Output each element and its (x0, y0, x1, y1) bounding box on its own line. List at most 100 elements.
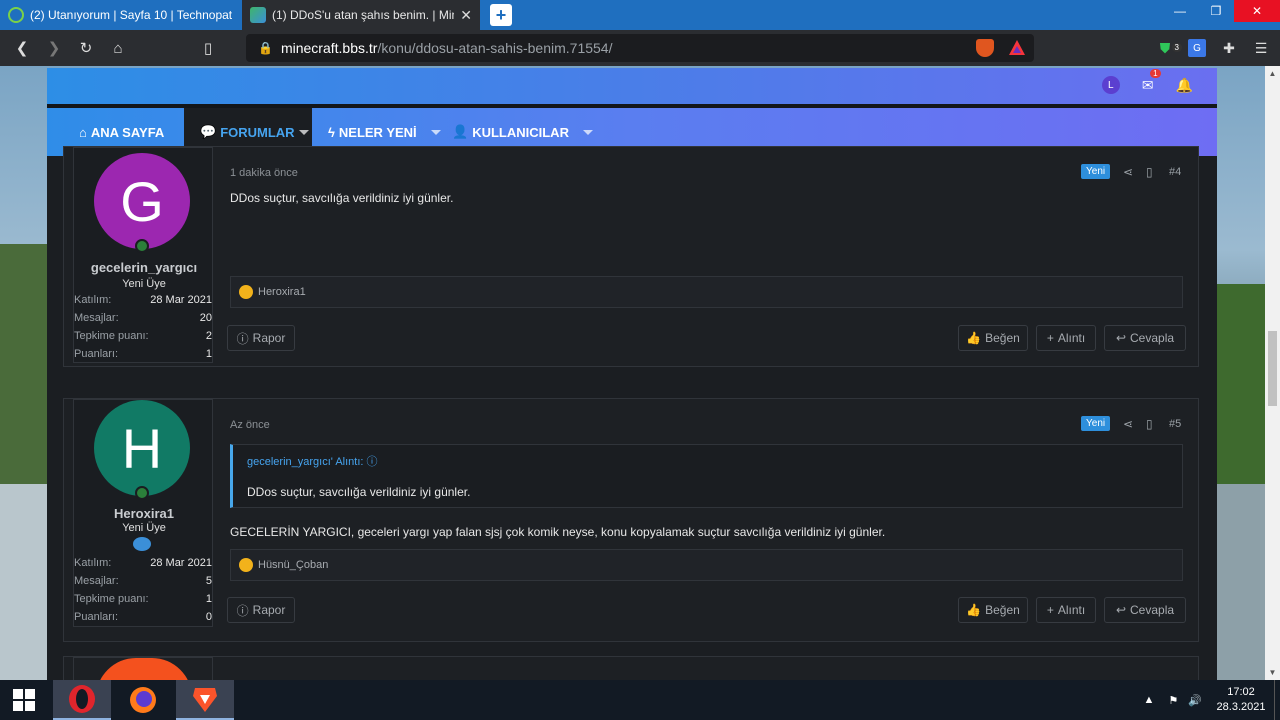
reply-icon: ↩ (1115, 331, 1127, 345)
quote-button[interactable]: + Alıntı (1036, 597, 1096, 623)
comments-icon: 💬 (200, 124, 217, 139)
lock-icon: 🔒 (258, 41, 273, 55)
minimize-icon[interactable]: — (1162, 0, 1198, 22)
address-bar[interactable]: 🔒 minecraft.bbs.tr/konu/ddosu-atan-sahis… (246, 34, 1034, 62)
post-body: GECELERİN YARGICI, geceleri yargı yap fa… (230, 525, 886, 539)
translate-icon[interactable]: G (1188, 39, 1206, 57)
post-time[interactable]: Az önce (230, 419, 270, 431)
report-label: Rapor (252, 603, 286, 617)
reaction-user[interactable]: Heroxira1 (258, 286, 306, 298)
report-button[interactable]: ⓘ Rapor (227, 597, 295, 623)
inbox-icon[interactable]: ✉ 1 (1142, 68, 1161, 94)
user-avatar[interactable]: H (94, 400, 190, 496)
stat-messages: Mesajlar: 20 (74, 312, 212, 324)
url-path: /konu/ddosu-atan-sahis-benim.71554/ (377, 40, 613, 56)
scroll-thumb[interactable] (1268, 331, 1277, 406)
reactions-bar[interactable]: Heroxira1 (230, 276, 1183, 308)
home-icon: ⌂ (79, 124, 87, 140)
online-status-icon (135, 486, 149, 500)
chevron-down-icon[interactable] (299, 130, 309, 135)
user-avatar[interactable]: G (94, 153, 190, 249)
new-tab-button[interactable]: + (490, 4, 512, 26)
stat-points: Puanları: 0 (74, 611, 212, 623)
clock[interactable]: 17:02 28.3.2021 (1208, 685, 1274, 715)
wallpaper-block (0, 244, 47, 484)
page-scrollbar[interactable]: ▲ ▼ (1265, 66, 1280, 680)
brave-rewards-icon[interactable] (1008, 39, 1026, 57)
bookmark-icon[interactable]: ▯ (1146, 165, 1153, 179)
stat-reactions: Tepkime puanı: 1 (74, 593, 212, 605)
bookmark-icon[interactable]: ▯ (1146, 417, 1153, 431)
system-tray: ▲ ⚑ 🔊 17:02 28.3.2021 (1144, 680, 1280, 720)
nav-label: NELER YENİ (338, 124, 417, 140)
user-icon: 👤 (452, 124, 469, 139)
tab-title: (1) DDoS'u atan şahıs benim. | Min (272, 8, 455, 22)
username[interactable]: Heroxira1 (74, 506, 214, 521)
plus-icon: + (1046, 603, 1054, 617)
close-tab-icon[interactable]: ✕ (460, 7, 472, 24)
reaction-user[interactable]: Hüsnü_Çoban (258, 559, 328, 571)
post-number[interactable]: #5 (1169, 418, 1181, 430)
post-number[interactable]: #4 (1169, 166, 1181, 178)
haha-emoji-icon (239, 558, 253, 572)
flag-icon[interactable]: ⚑ (1168, 694, 1178, 707)
report-button[interactable]: ⓘ Rapor (227, 325, 295, 351)
report-icon: ⓘ (236, 331, 249, 346)
chevron-up-icon[interactable]: ▲ (1144, 694, 1155, 706)
quote-author[interactable]: gecelerin_yargıcı' Alıntı: ⓘ (247, 453, 378, 469)
share-icon[interactable]: ⋖ (1123, 417, 1133, 431)
scroll-up-icon[interactable]: ▲ (1265, 66, 1280, 81)
stat-value: 1 (205, 593, 212, 605)
user-avatar[interactable]: L (1101, 76, 1120, 94)
nav-label: ANA SAYFA (90, 124, 165, 140)
username[interactable]: gecelerin_yargıcı (74, 260, 214, 275)
stat-label: Katılım: (74, 294, 112, 306)
firefox-app-icon[interactable] (114, 680, 172, 720)
forward-icon[interactable]: ❯ (38, 32, 70, 64)
bookmark-icon[interactable]: ▯ (192, 32, 224, 64)
quote-block: gecelerin_yargıcı' Alıntı: ⓘ DDos suçtur… (230, 444, 1183, 508)
extensions-puzzle-icon[interactable]: ✚ (1220, 39, 1238, 57)
post-time[interactable]: 1 dakika önce (230, 167, 298, 179)
wallpaper-block (0, 484, 47, 684)
browser-tab[interactable]: (2) Utanıyorum | Sayfa 10 | Technopat (0, 0, 242, 30)
brave-app-icon[interactable] (176, 680, 234, 720)
report-icon: ⓘ (236, 603, 249, 618)
plus-icon: + (1046, 331, 1054, 345)
share-icon[interactable]: ⋖ (1123, 165, 1133, 179)
maximize-icon[interactable]: ❐ (1198, 0, 1234, 22)
back-icon[interactable]: ❮ (6, 32, 38, 64)
wallpaper-block (1217, 284, 1265, 484)
stat-value: 28 Mar 2021 (150, 557, 212, 569)
user-avatar[interactable] (96, 658, 192, 680)
like-button[interactable]: 👍 Beğen (958, 597, 1028, 623)
reply-button[interactable]: ↩ Cevapla (1104, 597, 1186, 623)
like-button[interactable]: 👍 Beğen (958, 325, 1028, 351)
quote-button[interactable]: + Alıntı (1036, 325, 1096, 351)
message-user-panel: G gecelerin_yargıcı Yeni Üye Katılım: 28 … (73, 147, 213, 363)
vpn-shield-icon[interactable]: ⛊ 3 (1156, 39, 1182, 57)
chevron-down-icon[interactable] (430, 129, 441, 135)
message-post (63, 656, 1199, 680)
volume-icon[interactable]: 🔊 (1188, 694, 1202, 707)
reload-icon[interactable]: ↻ (70, 32, 102, 64)
reactions-bar[interactable]: Hüsnü_Çoban (230, 549, 1183, 581)
opera-app-icon[interactable] (53, 680, 111, 720)
nav-label: KULLANICILAR (472, 124, 569, 140)
reply-button[interactable]: ↩ Cevapla (1104, 325, 1186, 351)
quote-label: Alıntı (1057, 603, 1086, 617)
clock-date: 28.3.2021 (1216, 701, 1266, 713)
browser-tab-active[interactable]: (1) DDoS'u atan şahıs benim. | Min ✕ (242, 0, 480, 30)
brave-shield-icon[interactable] (976, 39, 994, 57)
close-window-icon[interactable]: ✕ (1234, 0, 1280, 22)
show-desktop-button[interactable] (1274, 680, 1280, 720)
windows-start-icon[interactable] (0, 680, 48, 720)
chevron-down-icon[interactable] (582, 129, 593, 135)
quote-label: Alıntı (1057, 331, 1086, 345)
scroll-down-icon[interactable]: ▼ (1265, 665, 1280, 680)
menu-icon[interactable]: ☰ (1252, 39, 1270, 57)
message-post: G gecelerin_yargıcı Yeni Üye Katılım: 28 … (63, 146, 1199, 367)
new-badge: Yeni (1081, 164, 1111, 179)
bell-icon[interactable]: 🔔 (1176, 77, 1193, 94)
home-icon[interactable]: ⌂ (102, 32, 134, 64)
